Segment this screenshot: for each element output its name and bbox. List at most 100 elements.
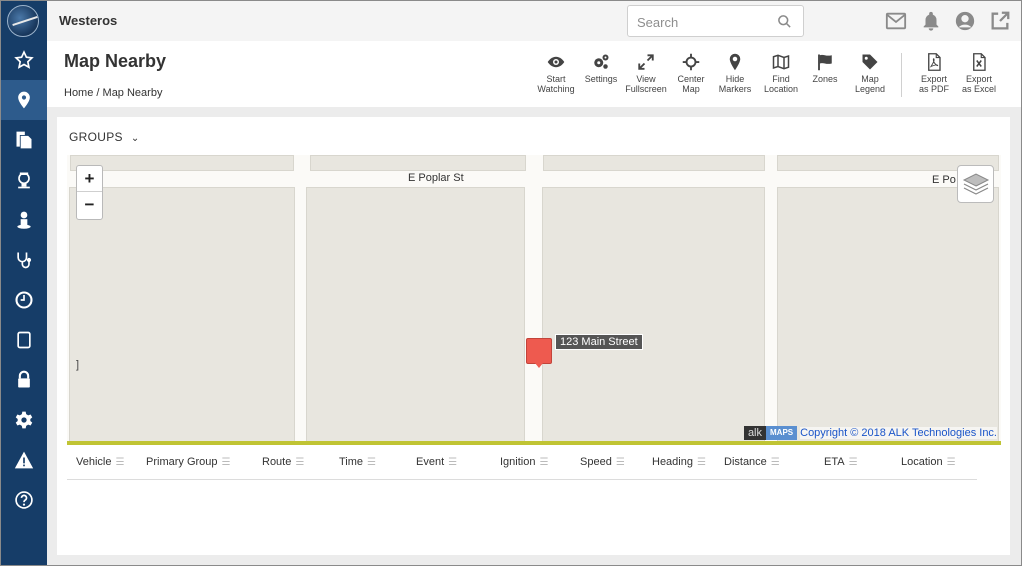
column-header-vehicle[interactable]: Vehicle ☰ <box>76 456 124 468</box>
sidebar-item-security[interactable] <box>0 360 47 400</box>
user-menu-button[interactable] <box>954 10 976 32</box>
column-menu-icon[interactable]: ☰ <box>616 457 625 468</box>
column-menu-icon[interactable]: ☰ <box>947 457 956 468</box>
vehicle-marker[interactable] <box>526 338 552 368</box>
location-pin-icon <box>17 91 30 109</box>
map-legend-button[interactable]: Map Legend <box>846 53 894 94</box>
center-map-button[interactable]: Center Map <box>667 53 715 94</box>
column-menu-icon[interactable]: ☰ <box>849 457 858 468</box>
column-header-speed[interactable]: Speed ☰ <box>580 456 625 468</box>
star-icon <box>13 50 34 69</box>
external-link-button[interactable] <box>989 10 1011 32</box>
sidebar-item-alerts[interactable] <box>0 440 47 480</box>
documents-icon <box>16 131 31 149</box>
sidebar-item-health[interactable] <box>0 240 47 280</box>
zoom-in-button[interactable]: + <box>77 166 102 192</box>
zoom-out-button[interactable]: − <box>77 192 102 218</box>
settings-label: Settings <box>584 74 618 84</box>
settings-button[interactable]: Settings <box>577 53 625 84</box>
export-excel-button[interactable]: Export as Excel <box>955 53 1003 94</box>
tag-icon <box>862 54 878 70</box>
map-block <box>777 187 999 441</box>
main-panel: GROUPS ⌄ E Poplar St E Po ] + − 123 Main … <box>57 117 1010 555</box>
view-fullscreen-button[interactable]: View Fullscreen <box>622 53 670 94</box>
map-edge-marker: ] <box>76 359 80 371</box>
copyright-link[interactable]: Copyright © 2018 ALK Technologies Inc. <box>800 427 997 439</box>
sidebar-item-favorites[interactable] <box>0 40 47 80</box>
sidebar-item-history[interactable] <box>0 280 47 320</box>
sidebar-item-documents[interactable] <box>0 120 47 160</box>
search-input[interactable] <box>637 13 767 31</box>
map-view[interactable]: E Poplar St E Po ] + − 123 Main Street a… <box>67 155 1001 441</box>
column-header-event[interactable]: Event ☰ <box>416 456 457 468</box>
sidebar-item-help[interactable] <box>0 480 47 520</box>
breadcrumb-home[interactable]: Home <box>64 87 93 99</box>
column-menu-icon[interactable]: ☰ <box>295 457 304 468</box>
column-header-distance[interactable]: Distance ☰ <box>724 456 780 468</box>
column-label: Event <box>416 456 445 468</box>
start-watching-label-2: Watching <box>537 84 575 94</box>
column-header-route[interactable]: Route ☰ <box>262 456 304 468</box>
column-header-location[interactable]: Location ☰ <box>901 456 956 468</box>
column-header-time[interactable]: Time ☰ <box>339 456 376 468</box>
column-label: Route <box>262 456 292 468</box>
map-block <box>70 155 294 171</box>
layers-button[interactable] <box>957 165 994 203</box>
column-header-eta[interactable]: ETA ☰ <box>824 456 858 468</box>
pdf-file-icon <box>928 53 941 71</box>
column-header-heading[interactable]: Heading ☰ <box>652 456 706 468</box>
marker-label: 123 Main Street <box>555 334 643 350</box>
groups-label: GROUPS <box>69 130 123 144</box>
sidebar-item-devices[interactable] <box>0 320 47 360</box>
groups-dropdown[interactable]: GROUPS ⌄ <box>69 130 140 144</box>
column-menu-icon[interactable]: ☰ <box>771 457 780 468</box>
sidebar <box>0 0 47 566</box>
notifications-button[interactable] <box>920 10 942 32</box>
search-box[interactable] <box>627 5 804 37</box>
find-location-button[interactable]: Find Location <box>757 53 805 94</box>
center-map-label-2: Map <box>682 84 700 94</box>
column-menu-icon[interactable]: ☰ <box>448 457 457 468</box>
column-label: Primary Group <box>146 456 218 468</box>
find-location-label-2: Location <box>763 84 799 94</box>
column-menu-icon[interactable]: ☰ <box>367 457 376 468</box>
map-legend-label-2: Legend <box>854 84 886 94</box>
column-header-ignition[interactable]: Ignition ☰ <box>500 456 548 468</box>
column-label: Distance <box>724 456 767 468</box>
hide-markers-button[interactable]: Hide Markers <box>711 53 759 94</box>
sidebar-item-drivers[interactable] <box>0 160 47 200</box>
street-label: E Po <box>932 174 956 186</box>
column-menu-icon[interactable]: ☰ <box>697 457 706 468</box>
start-watching-label-1: Start <box>546 74 566 84</box>
column-menu-icon[interactable]: ☰ <box>115 457 124 468</box>
sidebar-item-people[interactable] <box>0 200 47 240</box>
map-block <box>306 187 525 441</box>
column-label: Location <box>901 456 943 468</box>
cogs-icon <box>594 54 609 69</box>
view-fullscreen-label-1: View <box>636 74 656 84</box>
sidebar-item-map[interactable] <box>0 80 47 120</box>
column-header-primary-group[interactable]: Primary Group ☰ <box>146 456 231 468</box>
export-excel-label-1: Export <box>965 74 992 84</box>
map-block <box>310 155 526 171</box>
mail-button[interactable] <box>885 10 907 32</box>
search-icon[interactable] <box>777 14 792 29</box>
sidebar-item-settings[interactable] <box>0 400 47 440</box>
page-title: Map Nearby <box>64 51 167 71</box>
view-fullscreen-label-2: Fullscreen <box>625 84 667 94</box>
gear-icon <box>15 411 32 429</box>
app-logo[interactable] <box>7 5 39 37</box>
column-menu-icon[interactable]: ☰ <box>222 457 231 468</box>
start-watching-button[interactable]: Start Watching <box>532 53 580 94</box>
zoom-control: + − <box>76 165 103 220</box>
person-icon <box>16 211 31 229</box>
map-block <box>69 187 295 441</box>
zones-button[interactable]: Zones <box>801 53 849 84</box>
mail-icon <box>885 12 907 30</box>
breadcrumb-current: Map Nearby <box>102 87 163 99</box>
export-pdf-button[interactable]: Export as PDF <box>910 53 958 94</box>
flag-icon <box>818 54 832 71</box>
column-label: ETA <box>824 456 845 468</box>
column-menu-icon[interactable]: ☰ <box>539 457 548 468</box>
app-title: Westeros <box>59 13 118 28</box>
